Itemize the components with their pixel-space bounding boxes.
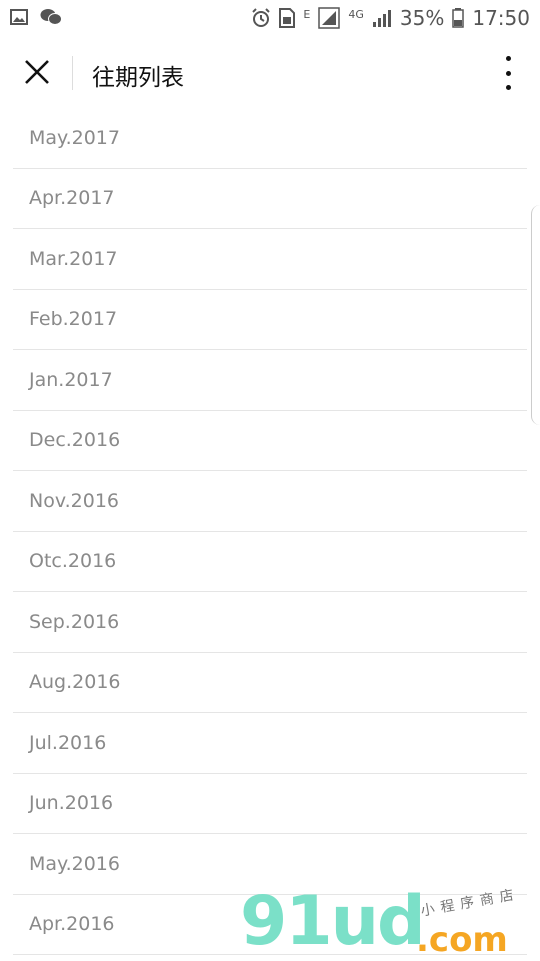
list-item-label: Feb.2017: [29, 308, 118, 331]
list-item-label: Otc.2016: [29, 550, 117, 573]
list-item[interactable]: Sep.2016: [13, 592, 527, 653]
edge-panel-handle[interactable]: [531, 205, 540, 425]
list-item-label: Jan.2017: [29, 368, 113, 391]
wechat-icon: [40, 8, 62, 26]
list-item-label: Aug.2016: [29, 671, 121, 694]
list-item[interactable]: May.2017: [13, 108, 527, 169]
battery-percent: 35%: [399, 6, 445, 30]
list-item[interactable]: Jul.2016: [13, 713, 527, 774]
list-item[interactable]: Apr.2016: [13, 895, 527, 955]
more-vertical-icon: [505, 56, 511, 61]
issue-list: May.2017 Apr.2017 Mar.2017 Feb.2017 Jan.…: [13, 108, 527, 955]
sim-card-icon: [279, 8, 296, 28]
page-title: 往期列表: [92, 65, 184, 91]
list-item-label: Apr.2016: [29, 913, 115, 936]
list-item[interactable]: May.2016: [13, 834, 527, 895]
clock: 17:50: [472, 6, 530, 30]
list-item-label: Dec.2016: [29, 429, 121, 452]
signal-bars-icon: [372, 9, 392, 27]
list-item[interactable]: Jun.2016: [13, 774, 527, 834]
list-item[interactable]: Nov.2016: [13, 471, 527, 532]
list-item-label: Sep.2016: [29, 610, 120, 633]
status-bar: E 4G 35% 17:50: [0, 0, 540, 38]
list-item[interactable]: Apr.2017: [13, 169, 527, 229]
list-item[interactable]: Aug.2016: [13, 653, 527, 713]
list-item-label: Nov.2016: [29, 489, 119, 512]
list-item[interactable]: Otc.2016: [13, 532, 527, 592]
carrier-letter: E: [303, 8, 311, 21]
more-button[interactable]: [498, 56, 518, 90]
network-type: 4G: [348, 8, 364, 21]
list-item-label: Jul.2016: [29, 731, 107, 754]
list-item-label: Apr.2017: [29, 187, 115, 210]
signal-icon: [318, 7, 341, 29]
alarm-icon: [251, 8, 271, 28]
close-icon: [25, 60, 49, 84]
list-item-label: May.2016: [29, 852, 120, 875]
list-item[interactable]: Feb.2017: [13, 290, 527, 350]
image-icon: [10, 9, 28, 25]
nav-divider: [72, 56, 73, 90]
list-item-label: May.2017: [29, 126, 120, 149]
battery-icon: [452, 8, 465, 28]
list-item-label: Jun.2016: [29, 792, 114, 815]
list-item[interactable]: Mar.2017: [13, 229, 527, 290]
nav-bar: 往期列表: [0, 38, 540, 108]
list-item-label: Mar.2017: [29, 247, 118, 270]
list-item[interactable]: Jan.2017: [13, 350, 527, 411]
close-button[interactable]: [20, 55, 54, 89]
list-item[interactable]: Dec.2016: [13, 411, 527, 471]
